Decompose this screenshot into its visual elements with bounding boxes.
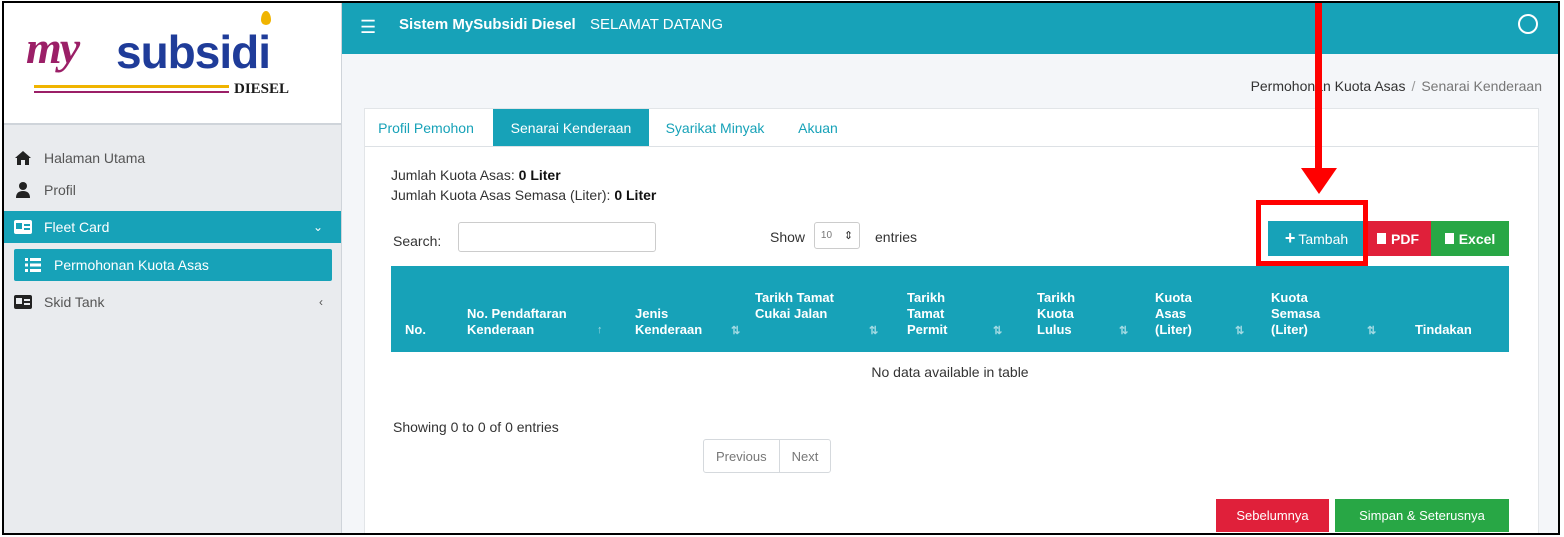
save-and-continue-button[interactable]: Simpan & Seterusnya xyxy=(1335,499,1509,532)
logo-underline-2 xyxy=(34,91,229,93)
app-title: Sistem MySubsidi Diesel xyxy=(399,16,576,33)
export-excel-label: Excel xyxy=(1458,230,1496,247)
tab-profil-pemohon[interactable]: Profil Pemohon xyxy=(365,109,487,146)
search-label: Search: xyxy=(393,233,442,249)
previous-step-button[interactable]: Sebelumnya xyxy=(1216,499,1329,532)
sidebar-item-label: Permohonan Kuota Asas xyxy=(54,257,209,273)
pagination-previous[interactable]: Previous xyxy=(704,440,780,472)
logo-prefix: my xyxy=(26,22,80,73)
pagination-next[interactable]: Next xyxy=(780,440,831,472)
sidebar-item-permohonan-kuota-asas[interactable]: Permohonan Kuota Asas xyxy=(14,249,332,281)
breadcrumb-current: Senarai Kenderaan xyxy=(1421,78,1542,94)
column-header-tarikh-tamat-cukai[interactable]: Tarikh Tamat Cukai Jalan xyxy=(755,290,845,322)
table-header: No. No. Pendaftaran Kenderaan ↑ Jenis Ke… xyxy=(391,266,1509,352)
quota-asas-semasa-label: Jumlah Kuota Asas Semasa (Liter): xyxy=(391,187,611,203)
column-header-tindakan[interactable]: Tindakan xyxy=(1415,322,1495,338)
tab-syarikat-minyak[interactable]: Syarikat Minyak xyxy=(655,109,775,146)
column-header-kuota-asas[interactable]: Kuota Asas (Liter) xyxy=(1155,290,1215,338)
select-arrows-icon: ⇕ xyxy=(843,230,854,242)
entries-per-page-select[interactable]: 10 ⇕ xyxy=(814,222,860,249)
column-header-tarikh-tamat-permit[interactable]: Tarikh Tamat Permit xyxy=(907,290,967,338)
tab-bar: Profil Pemohon Senarai Kenderaan Syarika… xyxy=(365,109,1538,147)
mysubsidi-logo[interactable]: my subsidi DIESEL xyxy=(4,3,341,125)
chevron-left-icon: ‹ xyxy=(319,295,323,309)
annotation-arrow-shaft xyxy=(1315,3,1322,173)
pagination: Previous Next xyxy=(703,439,832,473)
id-card-icon xyxy=(12,295,34,309)
tab-akuan[interactable]: Akuan xyxy=(783,109,853,146)
show-label: Show xyxy=(770,229,806,245)
search-input[interactable] xyxy=(458,222,656,252)
logo-diesel: DIESEL xyxy=(234,81,290,97)
sidebar-item-fleet-card[interactable]: Fleet Card ⌄ xyxy=(4,211,341,243)
sort-icon[interactable]: ⇅ xyxy=(869,324,878,337)
sidebar-item-skid-tank[interactable]: Skid Tank ‹ xyxy=(4,287,341,317)
welcome-text: SELAMAT DATANG xyxy=(590,16,724,33)
sidebar-item-profil[interactable]: Profil xyxy=(4,175,341,205)
column-header-no-pendaftaran[interactable]: No. Pendaftaran Kenderaan xyxy=(467,306,597,338)
tab-senarai-kenderaan[interactable]: Senarai Kenderaan xyxy=(493,109,649,146)
sort-asc-icon[interactable]: ↑ xyxy=(597,324,603,336)
sidebar-item-label: Skid Tank xyxy=(44,294,105,310)
annotation-arrow-head xyxy=(1301,168,1337,194)
logo-underline xyxy=(34,85,229,88)
chevron-down-icon: ⌄ xyxy=(312,220,323,234)
home-icon xyxy=(12,150,34,166)
column-header-no[interactable]: No. xyxy=(405,322,445,338)
export-pdf-label: PDF xyxy=(1391,230,1419,247)
sidebar-item-label: Fleet Card xyxy=(44,219,110,235)
user-icon xyxy=(12,182,34,198)
hamburger-menu-icon[interactable]: ☰ xyxy=(360,17,376,38)
sort-icon[interactable]: ⇅ xyxy=(1119,324,1128,337)
quota-asas-label: Jumlah Kuota Asas: xyxy=(391,167,515,183)
export-excel-button[interactable]: Excel xyxy=(1431,221,1509,256)
sidebar-item-label: Profil xyxy=(44,182,76,198)
user-account-icon[interactable] xyxy=(1518,14,1538,34)
column-header-kuota-semasa[interactable]: Kuota Semasa (Liter) xyxy=(1271,290,1331,338)
fuel-drop-icon xyxy=(261,11,271,25)
sort-icon[interactable]: ⇅ xyxy=(731,324,740,337)
screenshot-frame: my subsidi DIESEL Halaman Utama Profil F… xyxy=(2,1,1560,535)
annotation-highlight-box xyxy=(1256,200,1368,266)
logo-main: subsidi xyxy=(116,26,271,78)
list-icon xyxy=(22,258,44,272)
quota-asas-line: Jumlah Kuota Asas: 0 Liter xyxy=(391,167,561,183)
column-header-jenis-kenderaan[interactable]: Jenis Kenderaan xyxy=(635,306,715,338)
entries-label: entries xyxy=(875,229,918,245)
sidebar: my subsidi DIESEL Halaman Utama Profil F… xyxy=(4,3,342,533)
file-pdf-icon xyxy=(1377,233,1386,244)
sidebar-item-halaman-utama[interactable]: Halaman Utama xyxy=(4,143,341,173)
column-header-tarikh-kuota-lulus[interactable]: Tarikh Kuota Lulus xyxy=(1037,290,1097,338)
quota-asas-semasa-line: Jumlah Kuota Asas Semasa (Liter): 0 Lite… xyxy=(391,187,656,203)
file-excel-icon xyxy=(1444,233,1454,244)
top-navbar: ☰ Sistem MySubsidi Diesel SELAMAT DATANG xyxy=(342,3,1558,54)
sort-icon[interactable]: ⇅ xyxy=(993,324,1002,337)
sort-icon[interactable]: ⇅ xyxy=(1367,324,1376,337)
breadcrumb: Permohonan Kuota Asas / Senarai Kenderaan xyxy=(1251,78,1542,94)
export-pdf-button[interactable]: PDF xyxy=(1365,221,1431,256)
quota-asas-semasa-value: 0 Liter xyxy=(614,187,657,203)
main-card: Profil Pemohon Senarai Kenderaan Syarika… xyxy=(364,108,1539,533)
table-info: Showing 0 to 0 of 0 entries xyxy=(393,419,559,435)
breadcrumb-parent[interactable]: Permohonan Kuota Asas xyxy=(1251,78,1406,94)
breadcrumb-separator: / xyxy=(1411,78,1416,94)
id-card-icon xyxy=(12,220,34,234)
entries-per-page-value: 10 xyxy=(820,230,833,241)
sort-icon[interactable]: ⇅ xyxy=(1235,324,1244,337)
quota-asas-value: 0 Liter xyxy=(518,167,561,183)
table-empty-message: No data available in table xyxy=(871,364,1029,380)
sidebar-item-label: Halaman Utama xyxy=(44,150,146,166)
